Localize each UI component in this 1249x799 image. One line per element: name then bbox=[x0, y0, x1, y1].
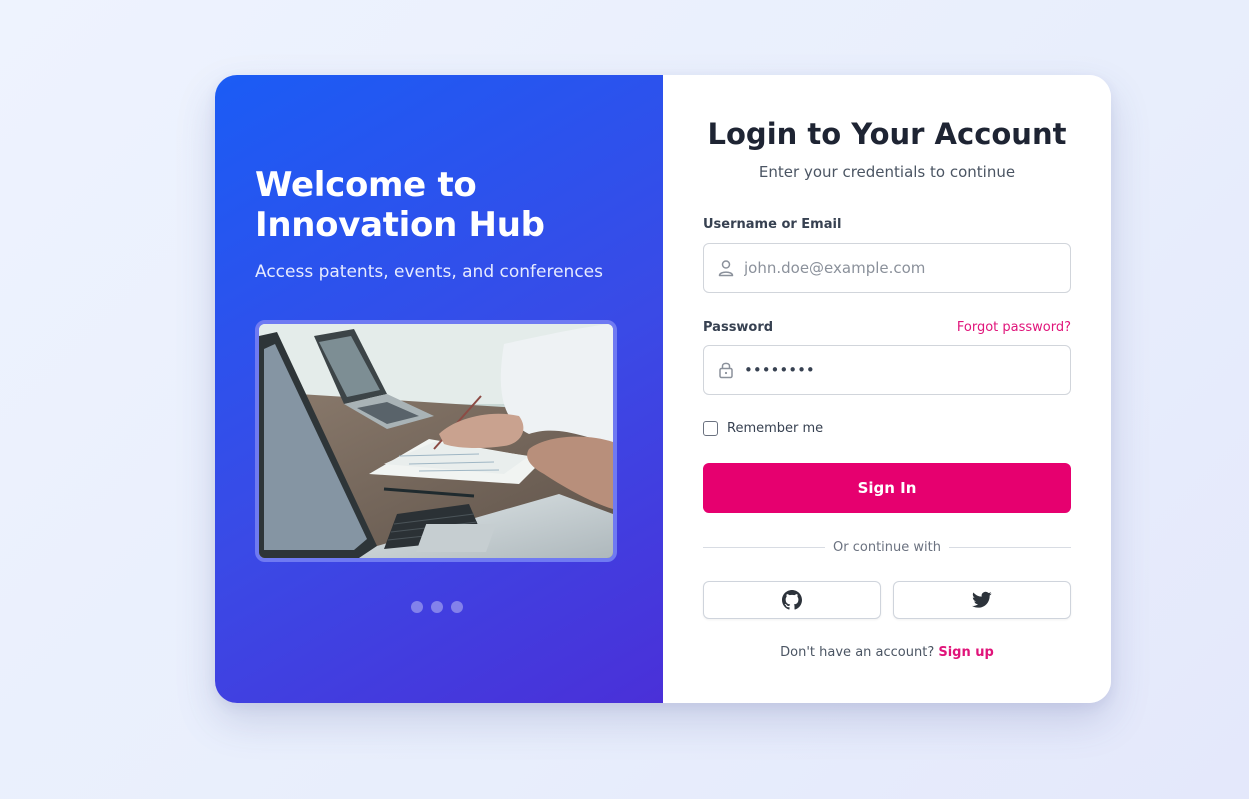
signup-prompt: Don't have an account? bbox=[780, 645, 939, 660]
user-icon bbox=[718, 260, 734, 277]
divider-text: Or continue with bbox=[833, 539, 941, 555]
github-icon bbox=[782, 590, 802, 610]
username-field[interactable] bbox=[703, 243, 1071, 293]
lock-icon bbox=[719, 362, 733, 379]
laptops-meeting-photo bbox=[259, 324, 613, 558]
login-card: Welcome to Innovation Hub Access patents… bbox=[215, 75, 1111, 703]
hero-title: Welcome to Innovation Hub bbox=[255, 165, 545, 245]
page-title: Login to Your Account bbox=[707, 117, 1067, 151]
sign-in-button[interactable]: Sign In bbox=[703, 463, 1071, 513]
signup-row: Don't have an account? Sign up bbox=[663, 645, 1111, 660]
remember-label: Remember me bbox=[727, 421, 824, 436]
carousel-dot[interactable] bbox=[451, 601, 463, 613]
twitter-login-button[interactable] bbox=[893, 581, 1071, 619]
carousel-dot[interactable] bbox=[431, 601, 443, 613]
page-subtitle: Enter your credentials to continue bbox=[758, 163, 1016, 181]
twitter-icon bbox=[972, 591, 992, 608]
divider-line bbox=[948, 546, 1072, 548]
password-field[interactable] bbox=[703, 345, 1071, 395]
hero-tagline: Access patents, events, and conferences bbox=[255, 262, 603, 282]
hero-panel: Welcome to Innovation Hub Access patents… bbox=[215, 75, 663, 703]
username-input[interactable] bbox=[744, 244, 1060, 292]
sign-up-link[interactable]: Sign up bbox=[938, 645, 993, 660]
password-input[interactable] bbox=[744, 346, 1060, 394]
carousel-dots bbox=[411, 601, 463, 613]
forgot-password-link[interactable]: Forgot password? bbox=[957, 320, 1071, 335]
remember-me[interactable]: Remember me bbox=[703, 421, 823, 436]
hero-image bbox=[255, 320, 617, 562]
carousel-dot[interactable] bbox=[411, 601, 423, 613]
login-form-panel: Login to Your Account Enter your credent… bbox=[663, 75, 1111, 703]
username-label: Username or Email bbox=[703, 217, 842, 232]
social-divider: Or continue with bbox=[703, 538, 1072, 556]
github-login-button[interactable] bbox=[703, 581, 881, 619]
password-label: Password bbox=[703, 320, 774, 335]
remember-checkbox[interactable] bbox=[703, 421, 718, 436]
divider-line bbox=[703, 546, 826, 548]
